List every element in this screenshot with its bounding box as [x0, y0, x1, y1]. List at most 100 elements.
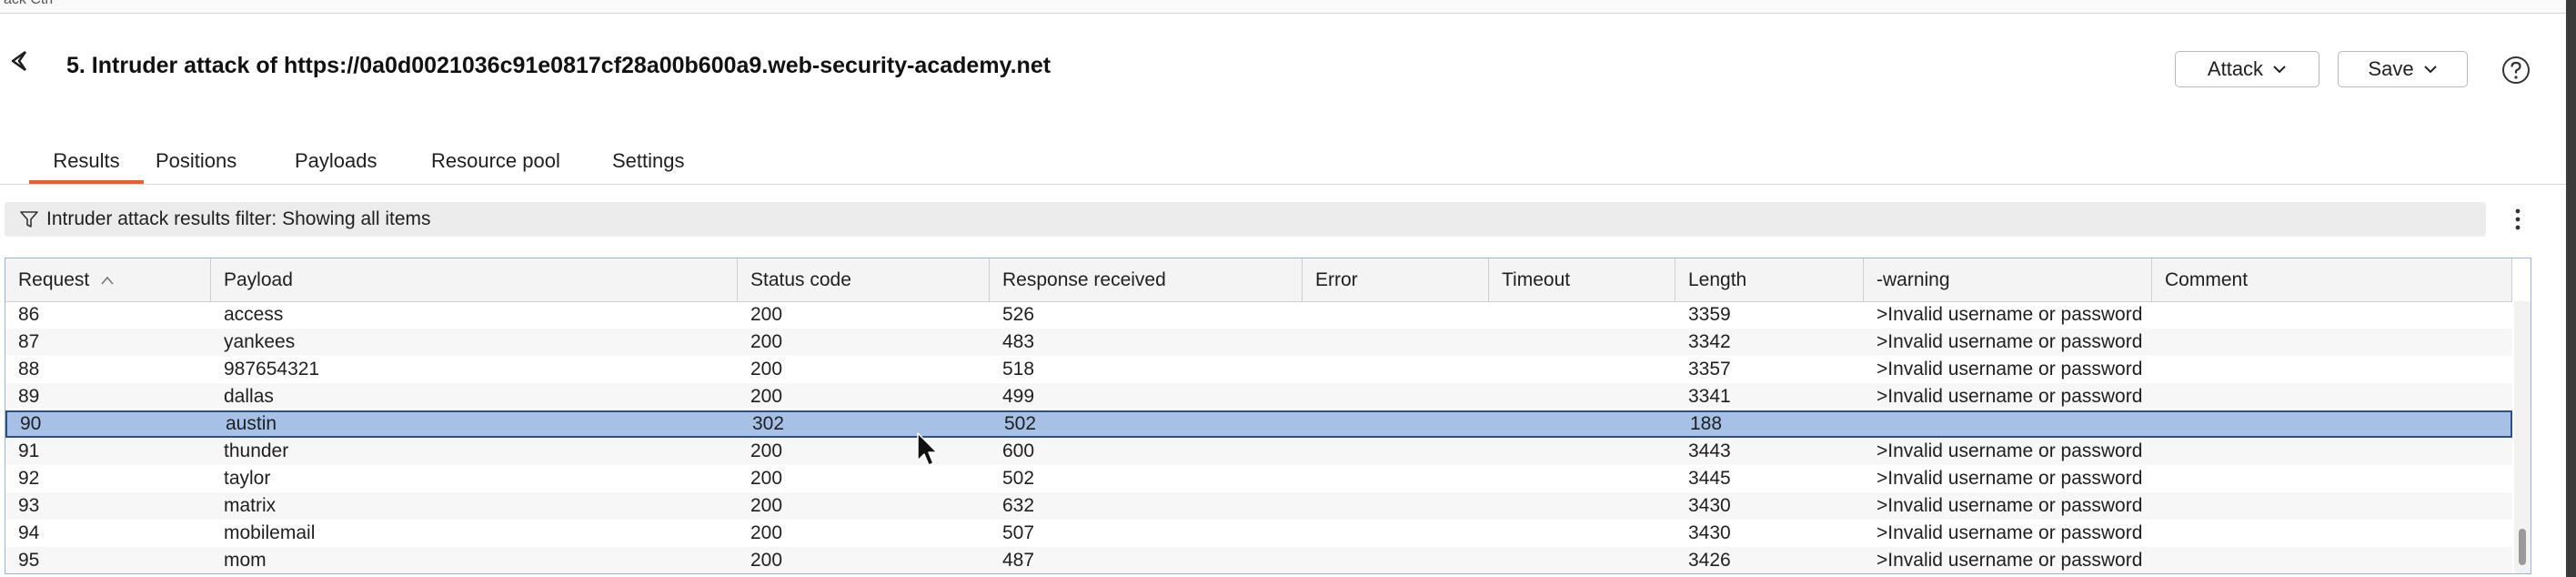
cell-response-received: 502: [1002, 468, 1035, 489]
previous-panel-text: ack Ctrl: [4, 0, 53, 8]
cell-payload: dallas: [224, 386, 274, 407]
cell-status-code: 200: [750, 495, 783, 516]
save-menu-button[interactable]: Save: [2338, 51, 2468, 87]
cell-comment: [2152, 301, 2512, 329]
cell-request: 93: [18, 495, 40, 516]
cell-warning: >Invalid username or password: [1877, 304, 2143, 325]
back-icon[interactable]: [5, 46, 36, 76]
table-row[interactable]: 92 taylor 200 502 3445 >Invalid username or p…: [5, 465, 2512, 492]
vertical-scrollbar[interactable]: [2514, 301, 2531, 573]
cell-status-code: 200: [750, 550, 783, 571]
cell-timeout: [1489, 465, 1675, 492]
cell-timeout: [1489, 520, 1675, 547]
cell-length: 3443: [1688, 440, 1731, 461]
cell-response-received: 600: [1002, 440, 1035, 461]
attack-menu-button[interactable]: Attack: [2175, 51, 2319, 87]
column-header-response-received[interactable]: Response received: [990, 258, 1303, 301]
tab-resource-pool[interactable]: Resource pool: [429, 149, 562, 184]
cell-timeout: [1489, 301, 1675, 329]
column-header-request[interactable]: Request: [5, 258, 211, 301]
tab-settings[interactable]: Settings: [610, 149, 687, 184]
cell-warning: >Invalid username or password: [1877, 495, 2143, 516]
cell-response-received: 483: [1002, 331, 1035, 352]
cell-comment: [2152, 383, 2512, 410]
table-row[interactable]: 90 austin 302 502 188: [5, 410, 2512, 438]
cell-status-code: 200: [750, 331, 783, 352]
cell-status-code: 302: [752, 413, 785, 434]
cell-length: 3430: [1688, 522, 1731, 543]
column-header-error[interactable]: Error: [1303, 258, 1489, 301]
filter-icon: [20, 211, 38, 228]
cell-request: 94: [18, 522, 40, 543]
scrollbar-thumb[interactable]: [2519, 529, 2526, 565]
cell-payload: taylor: [224, 468, 271, 489]
cell-request: 90: [20, 413, 42, 434]
cell-request: 88: [18, 359, 40, 380]
cell-status-code: 200: [750, 386, 783, 407]
cell-length: 3359: [1688, 304, 1731, 325]
cell-error: [1303, 465, 1489, 492]
cell-request: 86: [18, 304, 40, 325]
results-table: Request Payload Status code Response rec…: [5, 258, 2531, 574]
intruder-attack-window: ack Ctrl 5. Intruder attack of https://0…: [0, 0, 2576, 577]
page-title: 5. Intruder attack of https://0a0d002103…: [66, 53, 1052, 78]
filter-status-text: Intruder attack results filter: Showing …: [46, 208, 431, 229]
table-row[interactable]: 93 matrix 200 632 3430 >Invalid username or p…: [5, 492, 2512, 520]
cell-error: [1303, 356, 1489, 383]
cell-length: 3445: [1688, 468, 1731, 489]
column-header-length[interactable]: Length: [1675, 258, 1864, 301]
table-row[interactable]: 94 mobilemail 200 507 3430 >Invalid username …: [5, 520, 2512, 547]
attack-header: 5. Intruder attack of https://0a0d002103…: [0, 13, 2576, 122]
cell-warning: >Invalid username or password: [1877, 468, 2143, 489]
cell-payload: access: [224, 304, 284, 325]
cell-length: 3430: [1688, 495, 1731, 516]
mouse-pointer-icon: [917, 432, 938, 466]
cell-warning: >Invalid username or password: [1877, 440, 2143, 461]
sort-ascending-icon: [101, 277, 114, 285]
column-header-comment[interactable]: Comment: [2152, 258, 2512, 301]
cell-payload: mom: [224, 550, 267, 571]
column-header-timeout[interactable]: Timeout: [1489, 258, 1675, 301]
cell-warning: >Invalid username or password: [1877, 331, 2143, 352]
table-header: Request Payload Status code Response rec…: [5, 258, 2512, 302]
cell-error: [1304, 412, 1491, 440]
help-icon[interactable]: [2501, 55, 2531, 86]
cell-comment: [2152, 329, 2512, 356]
cell-length: 3426: [1688, 550, 1731, 571]
cell-response-received: 499: [1002, 386, 1035, 407]
table-row[interactable]: 87 yankees 200 483 3342 >Invalid username or …: [5, 329, 2512, 356]
tab-results[interactable]: Results: [29, 149, 144, 184]
column-header-status-code[interactable]: Status code: [738, 258, 990, 301]
cell-comment: [2152, 438, 2512, 465]
table-row[interactable]: 86 access 200 526 3359 >Invalid username or p…: [5, 301, 2512, 329]
cell-request: 95: [18, 550, 40, 571]
cell-payload: 987654321: [224, 359, 320, 380]
cell-comment: [2152, 356, 2512, 383]
chevron-down-icon: [2423, 66, 2437, 74]
tab-positions[interactable]: Positions: [154, 149, 238, 184]
table-row[interactable]: 88 987654321 200 518 3357 >Invalid username o…: [5, 356, 2512, 383]
cell-error: [1303, 329, 1489, 356]
column-header-warning[interactable]: -warning: [1864, 258, 2152, 301]
table-row[interactable]: 91 thunder 200 600 3443 >Invalid username or …: [5, 438, 2512, 465]
cell-status-code: 200: [750, 359, 783, 380]
tab-payloads[interactable]: Payloads: [293, 149, 379, 184]
cell-error: [1303, 383, 1489, 410]
cell-warning: >Invalid username or password: [1877, 359, 2143, 380]
cell-comment: [2154, 412, 2514, 440]
table-row[interactable]: 95 mom 200 487 3426 >Invalid username or pass…: [5, 547, 2512, 573]
save-button-label: Save: [2368, 57, 2414, 80]
cell-warning: >Invalid username or password: [1877, 386, 2143, 407]
cell-response-received: 502: [1004, 413, 1037, 434]
cell-error: [1303, 520, 1489, 547]
column-header-payload[interactable]: Payload: [211, 258, 738, 301]
cell-payload: yankees: [224, 331, 296, 352]
cell-warning: >Invalid username or password: [1877, 522, 2143, 543]
chevron-down-icon: [2273, 66, 2286, 74]
results-filter-bar[interactable]: Intruder attack results filter: Showing …: [5, 202, 2486, 237]
cell-payload: mobilemail: [224, 522, 316, 543]
more-options-icon[interactable]: [2507, 206, 2529, 233]
table-row[interactable]: 89 dallas 200 499 3341 >Invalid username or p…: [5, 383, 2512, 410]
table-body: 86 access 200 526 3359 >Invalid username or p…: [5, 301, 2512, 573]
cell-comment: [2152, 465, 2512, 492]
